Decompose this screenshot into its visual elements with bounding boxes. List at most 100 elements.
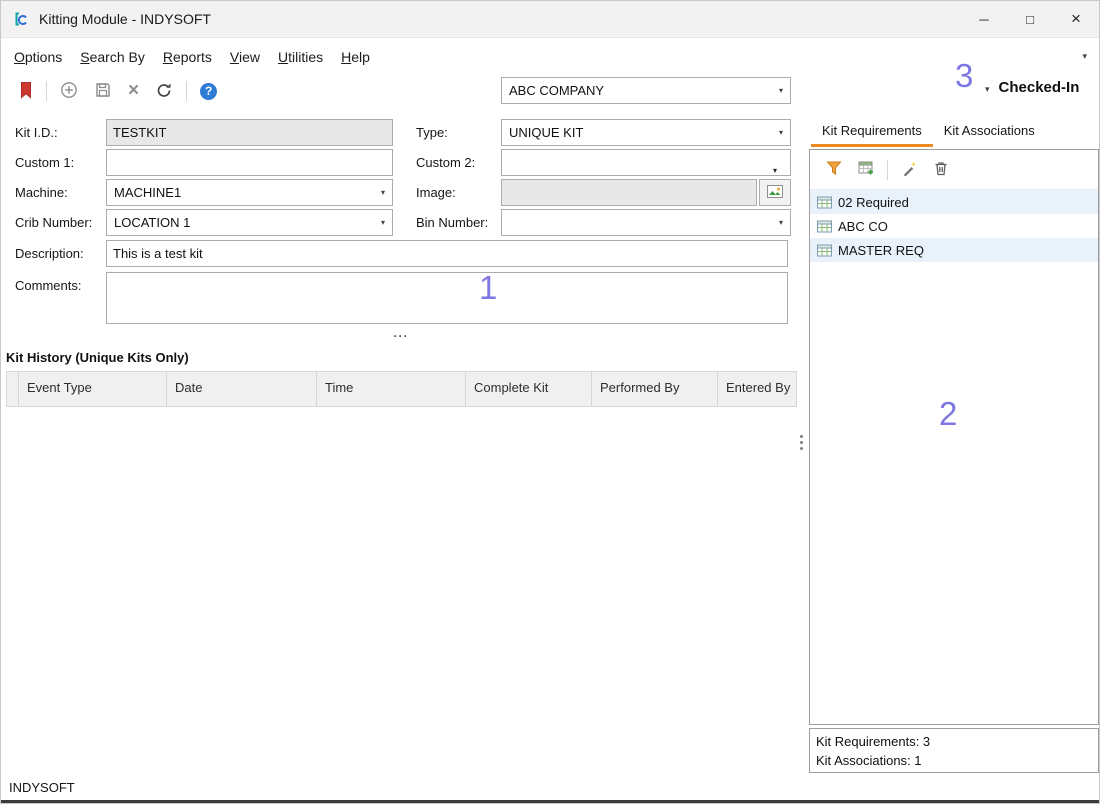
kit-history-selector-column xyxy=(7,372,19,406)
kit-requirements-count: Kit Requirements: 3 xyxy=(816,732,1092,751)
kit-requirements-panel: 02 Required ABC CO xyxy=(809,149,1099,725)
help-button[interactable]: ? xyxy=(192,79,225,104)
maximize-button[interactable]: □ xyxy=(1007,1,1053,37)
kit-history-header: Event Type Date Time Complete Kit Perfor… xyxy=(6,371,797,407)
window-title: Kitting Module - INDYSOFT xyxy=(39,11,211,27)
image-field[interactable] xyxy=(501,179,757,206)
table-icon xyxy=(817,244,832,257)
right-panel-tabs: Kit Requirements Kit Associations xyxy=(811,116,1046,147)
kit-history-title: Kit History (Unique Kits Only) xyxy=(6,350,189,365)
save-button[interactable] xyxy=(86,77,120,106)
description-label: Description: xyxy=(15,240,84,267)
list-item-label: 02 Required xyxy=(838,195,909,210)
menu-options[interactable]: Options xyxy=(5,45,71,69)
close-button[interactable]: × xyxy=(1053,1,1099,37)
filter-funnel-icon xyxy=(826,160,842,179)
list-item[interactable]: 02 Required xyxy=(810,190,1098,214)
annotation-2: 2 xyxy=(939,395,957,433)
chevron-down-icon: ▾ xyxy=(779,78,783,103)
machine-select-value: MACHINE1 xyxy=(114,180,181,205)
menu-utilities[interactable]: Utilities xyxy=(269,45,332,69)
custom1-field[interactable] xyxy=(106,149,393,176)
menu-bar: Options Search By Reports View Utilities… xyxy=(1,41,1099,72)
grid-add-icon xyxy=(858,160,874,179)
delete-x-icon: × xyxy=(128,83,139,99)
type-select-value: UNIQUE KIT xyxy=(509,120,583,145)
company-select[interactable]: ABC COMPANY ▾ xyxy=(501,77,791,104)
requirements-list: 02 Required ABC CO xyxy=(810,190,1098,262)
bookmark-icon xyxy=(19,81,33,102)
toolbar-separator xyxy=(887,160,888,180)
crib-number-select[interactable]: LOCATION 1 ▾ xyxy=(106,209,393,236)
list-item[interactable]: ABC CO xyxy=(810,214,1098,238)
bookmark-button[interactable] xyxy=(11,77,41,106)
company-select-value: ABC COMPANY xyxy=(509,78,604,103)
kit-history-col-date[interactable]: Date xyxy=(167,372,317,406)
tab-kit-requirements[interactable]: Kit Requirements xyxy=(811,116,933,147)
refresh-button[interactable] xyxy=(147,77,181,106)
bottom-edge xyxy=(1,800,1099,804)
delete-button[interactable]: × xyxy=(120,79,147,103)
chevron-down-icon: ▾ xyxy=(381,180,385,205)
minimize-button[interactable]: ─ xyxy=(961,1,1007,37)
chevron-down-icon[interactable]: ▾ xyxy=(985,81,990,95)
annotation-1: 1 xyxy=(479,269,497,307)
kit-id-label: Kit I.D.: xyxy=(15,119,58,146)
filter-button[interactable] xyxy=(818,156,850,183)
requirements-toolbar xyxy=(810,150,1098,190)
comments-field[interactable] xyxy=(106,272,788,324)
menu-reports[interactable]: Reports xyxy=(154,45,221,69)
kit-associations-count: Kit Associations: 1 xyxy=(816,751,1092,770)
image-dropdown-chevron-icon[interactable]: ▾ xyxy=(773,166,777,175)
title-bar: Kitting Module - INDYSOFT ─ □ × xyxy=(1,1,1099,38)
app-window: Kitting Module - INDYSOFT ─ □ × Options … xyxy=(0,0,1100,804)
image-label: Image: xyxy=(416,179,456,206)
refresh-icon xyxy=(155,81,173,102)
summary-box: Kit Requirements: 3 Kit Associations: 1 xyxy=(809,728,1099,773)
statusbar-text: INDYSOFT xyxy=(9,780,75,795)
crib-number-select-value: LOCATION 1 xyxy=(114,210,190,235)
kit-history-col-complete-kit[interactable]: Complete Kit xyxy=(466,372,592,406)
toolbar-separator xyxy=(46,81,47,101)
menu-view[interactable]: View xyxy=(221,45,269,69)
wand-icon xyxy=(901,160,917,179)
bin-number-select[interactable]: ▾ xyxy=(501,209,791,236)
custom2-field[interactable] xyxy=(501,149,791,176)
type-select[interactable]: UNIQUE KIT ▾ xyxy=(501,119,791,146)
menu-search-by[interactable]: Search By xyxy=(71,45,154,69)
kit-id-field[interactable] xyxy=(106,119,393,146)
description-field[interactable] xyxy=(106,240,788,267)
menu-overflow-chevron-icon[interactable]: ▾ xyxy=(1082,51,1087,62)
checkin-status-label: Checked-In xyxy=(999,79,1080,96)
table-icon xyxy=(817,220,832,233)
menu-help[interactable]: Help xyxy=(332,45,379,69)
vertical-splitter[interactable] xyxy=(797,435,805,450)
custom1-label: Custom 1: xyxy=(15,149,74,176)
machine-select[interactable]: MACHINE1 ▾ xyxy=(106,179,393,206)
horizontal-splitter[interactable]: ··· xyxy=(387,331,415,341)
add-button[interactable] xyxy=(52,77,86,106)
table-icon xyxy=(817,196,832,209)
save-floppy-icon xyxy=(94,81,112,102)
type-label: Type: xyxy=(416,119,448,146)
kit-history-col-performed-by[interactable]: Performed By xyxy=(592,372,718,406)
list-item-label: ABC CO xyxy=(838,219,888,234)
bin-number-label: Bin Number: xyxy=(416,209,488,236)
delete-requirement-button[interactable] xyxy=(925,156,957,183)
list-item-label: MASTER REQ xyxy=(838,243,924,258)
annotation-3: 3 xyxy=(955,57,973,95)
kit-history-col-event-type[interactable]: Event Type xyxy=(19,372,167,406)
list-item[interactable]: MASTER REQ xyxy=(810,238,1098,262)
help-icon: ? xyxy=(200,83,217,100)
main-toolbar: × ? xyxy=(1,73,501,109)
add-requirement-button[interactable] xyxy=(850,156,882,183)
tab-kit-associations[interactable]: Kit Associations xyxy=(933,116,1046,147)
image-browse-button[interactable] xyxy=(759,179,791,206)
window-controls: ─ □ × xyxy=(961,1,1099,37)
chevron-down-icon: ▾ xyxy=(779,120,783,145)
edit-wand-button[interactable] xyxy=(893,156,925,183)
checkin-status[interactable]: ▾ Checked-In xyxy=(985,79,1079,96)
kit-history-col-time[interactable]: Time xyxy=(317,372,466,406)
kit-history-col-entered-by[interactable]: Entered By xyxy=(718,372,797,406)
custom2-label: Custom 2: xyxy=(416,149,475,176)
